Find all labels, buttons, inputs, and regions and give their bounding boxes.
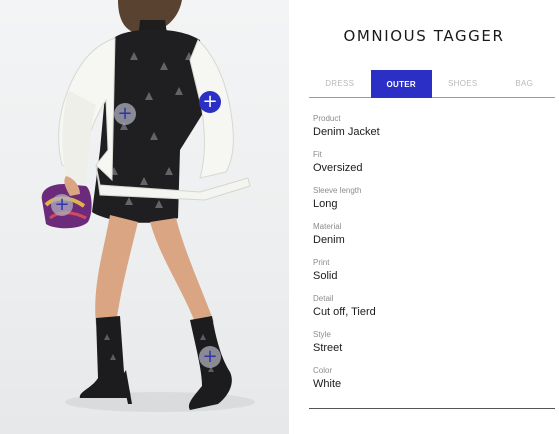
- attribute-value: White: [313, 378, 342, 390]
- attribute-value: Street: [313, 342, 343, 354]
- attribute-label: Style: [313, 330, 331, 339]
- category-tabs: DRESS OUTER SHOES BAG: [309, 70, 555, 98]
- hotspot-shoes[interactable]: +: [199, 346, 221, 368]
- attribute-value: Solid: [313, 270, 338, 282]
- hotspot-dress[interactable]: +: [114, 103, 136, 125]
- tab-bag[interactable]: BAG: [494, 70, 556, 97]
- tab-outer[interactable]: OUTER: [370, 70, 432, 98]
- attribute-label: Sleeve length: [313, 186, 362, 195]
- tab-shoes[interactable]: SHOES: [432, 70, 494, 97]
- tab-dress[interactable]: DRESS: [309, 70, 371, 97]
- attribute-label: Color: [313, 366, 333, 375]
- attribute-value: Oversized: [313, 162, 363, 174]
- product-photo: + + + +: [0, 0, 289, 434]
- attribute-value: Denim Jacket: [313, 126, 380, 138]
- attribute-label: Detail: [313, 294, 334, 303]
- model-illustration: [41, 0, 255, 412]
- attribute-sleeve-length: Sleeve length Long: [313, 185, 553, 221]
- attribute-value: Cut off, Tierd: [313, 306, 376, 318]
- attribute-value: Denim: [313, 234, 345, 246]
- attribute-label: Fit: [313, 150, 322, 159]
- tagger-panel: OMNIOUS TAGGER DRESS OUTER SHOES BAG Pro…: [289, 0, 559, 434]
- attribute-value: Long: [313, 198, 338, 210]
- attribute-color: Color White: [313, 365, 553, 401]
- attribute-material: Material Denim: [313, 221, 553, 257]
- attribute-label: Material: [313, 222, 342, 231]
- hotspot-bag[interactable]: +: [51, 194, 73, 216]
- attribute-label: Product: [313, 114, 341, 123]
- divider: [309, 408, 555, 409]
- attribute-print: Print Solid: [313, 257, 553, 293]
- brand-logo: OMNIOUS TAGGER: [343, 27, 505, 45]
- attribute-fit: Fit Oversized: [313, 149, 553, 185]
- attribute-product: Product Denim Jacket: [313, 113, 553, 149]
- attribute-style: Style Street: [313, 329, 553, 365]
- attribute-label: Print: [313, 258, 330, 267]
- attribute-detail: Detail Cut off, Tierd: [313, 293, 553, 329]
- attribute-list: Product Denim Jacket Fit Oversized Sleev…: [313, 113, 553, 401]
- hotspot-outer[interactable]: +: [199, 91, 221, 113]
